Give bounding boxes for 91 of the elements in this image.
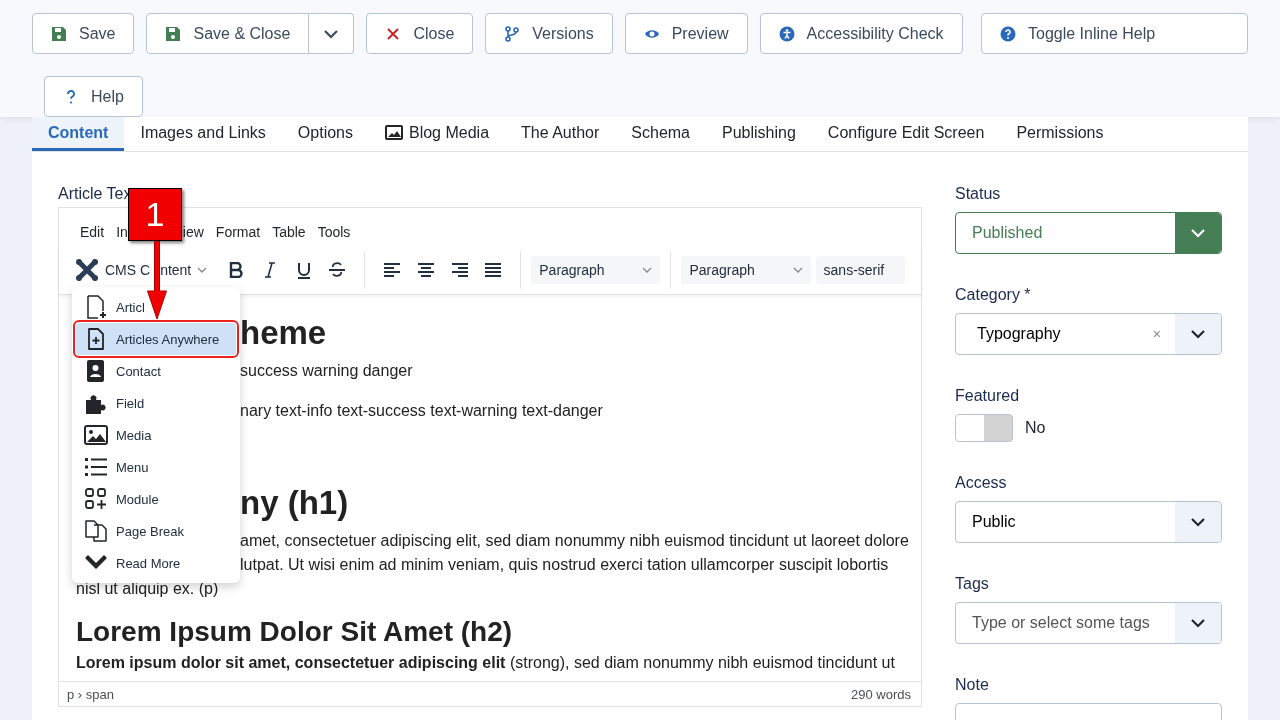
category-select[interactable]: Typography × <box>955 313 1222 355</box>
accessibility-icon <box>778 25 795 42</box>
help-button[interactable]: Toggle Inline Help <box>981 13 1248 54</box>
font-family-select[interactable]: sans-serif <box>815 256 906 284</box>
chevron-down-icon <box>1190 517 1206 527</box>
menu-item[interactable]: Tools <box>317 224 351 240</box>
toggle-switch[interactable] <box>955 414 1013 442</box>
chevron-down-icon <box>323 28 340 39</box>
tab[interactable]: Blog Media <box>369 117 506 151</box>
tab[interactable]: Configure Edit Screen <box>811 117 1001 151</box>
heading: heme <box>240 313 327 353</box>
branch-icon <box>504 25 521 42</box>
chevron-down-icon <box>642 267 653 273</box>
button-label: ntent <box>159 262 192 278</box>
status-select[interactable]: Published <box>955 212 1222 254</box>
italic-icon <box>263 262 276 278</box>
tab[interactable]: Content <box>32 117 125 151</box>
paragraph: nary text-info text-success text-warning text-danger <box>240 401 603 421</box>
tab[interactable]: Images and Links <box>124 117 282 151</box>
field-label: Featured <box>955 387 1021 405</box>
menu-item[interactable]: Field <box>72 387 240 419</box>
menu-item[interactable]: Edit <box>80 224 105 240</box>
close-icon <box>385 25 402 42</box>
image-icon <box>385 125 403 140</box>
underline-icon <box>296 261 311 279</box>
versions-button[interactable]: Versions <box>485 13 613 54</box>
menu-item[interactable]: In <box>116 224 128 240</box>
menu-item[interactable]: Media <box>72 419 240 451</box>
dropdown-toggle[interactable] <box>309 13 355 54</box>
close-button[interactable]: Close <box>366 13 474 54</box>
module-grid-icon <box>84 487 108 511</box>
field-label: Status <box>955 185 1002 203</box>
text-line: amet, consectetuer adipiscing elit, sed diam nonummy nibh euismod tincidunt ut laoreet dolore <box>240 531 909 551</box>
paragraph: Lorem ipsum dolor sit amet, consectetuer adipiscing elit (strong), sed diam nonummy nibh euismod tincidunt ut <box>76 653 895 673</box>
field-label: Tags <box>955 575 990 593</box>
tab[interactable]: Options <box>281 117 369 151</box>
block-format-select[interactable]: Paragraph <box>531 256 661 284</box>
tab[interactable]: Permissions <box>1000 117 1120 151</box>
chevron-down-icon <box>197 267 208 273</box>
access-select[interactable]: Public <box>955 501 1222 543</box>
heading: ny (h1) <box>240 483 349 523</box>
field-label: Access <box>955 474 1008 492</box>
text-line: lutpat. Ut wisi enim ad minim veniam, quis nostrud exerci tation ullamcorper suscipit lobortis <box>240 555 889 575</box>
align-center-icon <box>417 263 434 277</box>
heading: Lorem Ipsum Dolor Sit Amet (h2) <box>76 615 513 649</box>
tab[interactable]: Schema <box>615 117 706 151</box>
chevron-down-icon <box>1190 618 1206 628</box>
a11y-button[interactable]: Accessibility Check <box>759 13 963 54</box>
align-justify-icon <box>485 263 502 277</box>
toggle-value: No <box>1025 419 1046 437</box>
help-icon <box>1000 25 1016 42</box>
save-icon <box>165 25 182 42</box>
list-icon <box>84 455 108 479</box>
menu-item[interactable]: Menu <box>72 451 240 483</box>
preview-button[interactable]: Preview <box>624 13 748 54</box>
tab[interactable]: The Author <box>505 117 616 151</box>
word-count: 290 words <box>851 686 911 702</box>
chevron-down-icon <box>1190 329 1206 339</box>
strikethrough-icon <box>329 262 346 278</box>
menu-item[interactable]: Articles Anywhere <box>76 323 236 355</box>
menu-item[interactable]: Page Break <box>72 515 240 547</box>
style-select[interactable]: Paragraph <box>681 256 811 284</box>
save-icon <box>51 25 67 42</box>
element-path: p › span <box>67 686 114 702</box>
field-label: Note <box>955 676 990 694</box>
bold-icon <box>229 262 244 278</box>
chevron-down-icon <box>1190 228 1206 238</box>
cms-content-button[interactable]: CMS C ntent <box>75 258 208 282</box>
cross-icon <box>75 258 99 282</box>
menu-item[interactable]: Read More <box>72 547 240 579</box>
menu-item[interactable]: Articl <box>72 291 240 323</box>
save-button[interactable]: Save <box>32 13 135 54</box>
menu-item[interactable]: iew <box>182 224 204 240</box>
image-icon <box>84 423 108 447</box>
menu-item[interactable]: Table <box>272 224 306 240</box>
pages-icon <box>84 519 108 543</box>
dropdown-toggle[interactable] <box>1175 603 1221 643</box>
menu-item[interactable]: Module <box>72 483 240 515</box>
help-button[interactable]: Help <box>44 76 143 117</box>
file-plus-icon <box>84 295 108 319</box>
align-left-icon <box>384 263 401 277</box>
button-label: CMS C <box>105 262 151 278</box>
menu-item[interactable]: Format <box>215 224 261 240</box>
save-button[interactable]: Save & Close <box>146 13 310 54</box>
menu-item[interactable]: Contact <box>72 355 240 387</box>
align-right-icon <box>451 263 468 277</box>
field-label: Category * <box>955 286 1032 304</box>
tab[interactable]: Publishing <box>706 117 812 151</box>
callout-badge: 1 <box>128 188 182 241</box>
chevron-down-icon <box>792 267 803 273</box>
paragraph: success warning danger <box>240 361 413 381</box>
